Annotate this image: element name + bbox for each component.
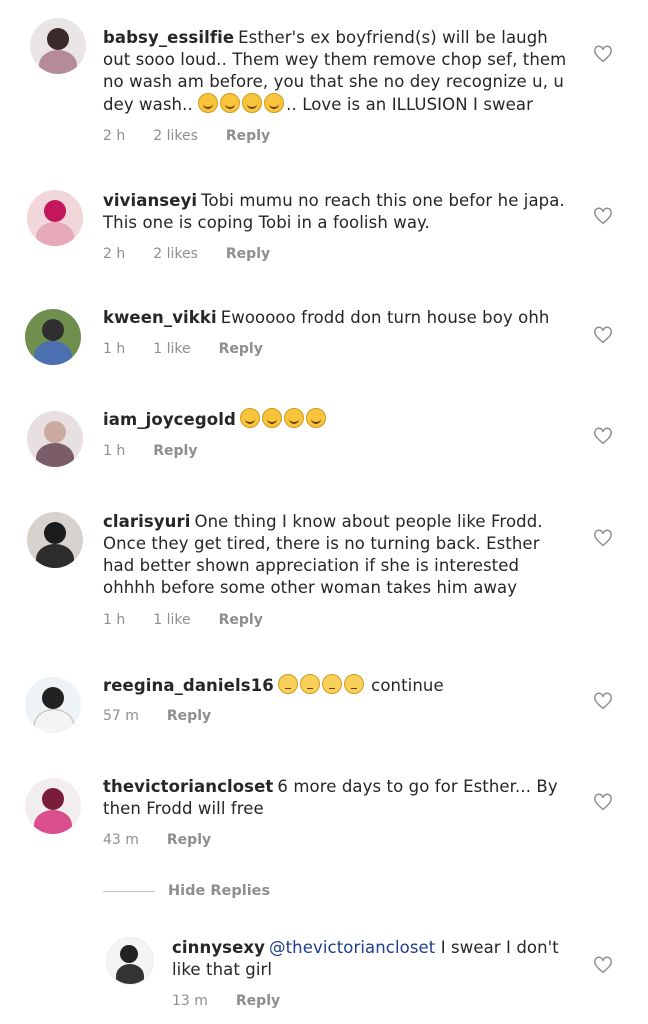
like-count[interactable]: 1 like: [153, 612, 190, 628]
timestamp: 1 h: [103, 612, 126, 628]
comment-text: cinnysexy @thevictoriancloset I swear I d…: [172, 938, 559, 979]
heart-icon[interactable]: [593, 427, 613, 445]
heart-icon[interactable]: [593, 692, 613, 710]
comment-meta: 2 h 2 likes Reply: [103, 246, 298, 262]
avatar[interactable]: [106, 937, 154, 985]
laughing-emoji-icon: [198, 93, 286, 114]
comment-text: vivianseyi Tobi mumu no reach this one be…: [103, 191, 565, 232]
timestamp: 13 m: [172, 993, 208, 1009]
like-count[interactable]: 1 like: [153, 341, 190, 357]
avatar[interactable]: [27, 190, 83, 246]
username[interactable]: clarisyuri: [103, 512, 190, 531]
comment-meta: 13 m Reply: [172, 993, 308, 1009]
heart-icon[interactable]: [593, 207, 613, 225]
comment-meta: 57 m Reply: [103, 708, 239, 724]
avatar[interactable]: [27, 512, 83, 568]
timestamp: 1 h: [103, 443, 126, 459]
username[interactable]: thevictoriancloset: [103, 777, 273, 796]
divider: [103, 891, 155, 892]
eye-roll-emoji-icon: [277, 674, 366, 695]
username[interactable]: iam_joycegold: [103, 410, 236, 429]
heart-icon[interactable]: [593, 326, 613, 344]
comment-meta: 43 m Reply: [103, 832, 239, 848]
username[interactable]: babsy_essilfie: [103, 28, 234, 47]
reply-button[interactable]: Reply: [236, 993, 280, 1009]
username[interactable]: vivianseyi: [103, 191, 197, 210]
comment-text: babsy_essilfie Esther's ex boyfriend(s) w…: [103, 28, 567, 114]
heart-icon[interactable]: [593, 529, 613, 547]
hide-replies-button[interactable]: Hide Replies: [168, 883, 270, 899]
username[interactable]: cinnysexy: [172, 938, 265, 957]
comment-text: kween_vikki Ewooooo frodd don turn house …: [103, 308, 550, 327]
comment-text: reegina_daniels16 continue: [103, 674, 444, 695]
comment-meta: 1 h Reply: [103, 443, 225, 459]
like-count[interactable]: 2 likes: [153, 128, 198, 144]
timestamp: 1 h: [103, 341, 126, 357]
avatar[interactable]: [25, 778, 81, 834]
like-count[interactable]: 2 likes: [153, 246, 198, 262]
laughing-emoji-icon: [239, 408, 328, 429]
avatar[interactable]: [30, 18, 86, 74]
heart-icon[interactable]: [593, 793, 613, 811]
comment-meta: 1 h 1 like Reply: [103, 612, 291, 628]
comment-meta: 1 h 1 like Reply: [103, 341, 291, 357]
avatar[interactable]: [25, 309, 81, 365]
reply-button[interactable]: Reply: [167, 832, 211, 848]
timestamp: 2 h: [103, 246, 126, 262]
username[interactable]: kween_vikki: [103, 308, 217, 327]
comment-text: thevictoriancloset 6 more days to go for …: [103, 777, 558, 818]
heart-icon[interactable]: [593, 45, 613, 63]
avatar[interactable]: [27, 411, 83, 467]
reply-button[interactable]: Reply: [153, 443, 197, 459]
timestamp: 57 m: [103, 708, 139, 724]
mention-link[interactable]: @thevictoriancloset: [269, 938, 435, 957]
reply-button[interactable]: Reply: [219, 612, 263, 628]
reply-button[interactable]: Reply: [226, 246, 270, 262]
reply-button[interactable]: Reply: [167, 708, 211, 724]
comment-text: iam_joycegold: [103, 408, 571, 431]
comment-meta: 2 h 2 likes Reply: [103, 128, 298, 144]
timestamp: 43 m: [103, 832, 139, 848]
username[interactable]: reegina_daniels16: [103, 676, 274, 695]
reply-button[interactable]: Reply: [219, 341, 263, 357]
reply-button[interactable]: Reply: [226, 128, 270, 144]
comment-text: clarisyuri One thing I know about people …: [103, 512, 543, 597]
avatar[interactable]: [25, 677, 81, 733]
heart-icon[interactable]: [593, 956, 613, 974]
timestamp: 2 h: [103, 128, 126, 144]
